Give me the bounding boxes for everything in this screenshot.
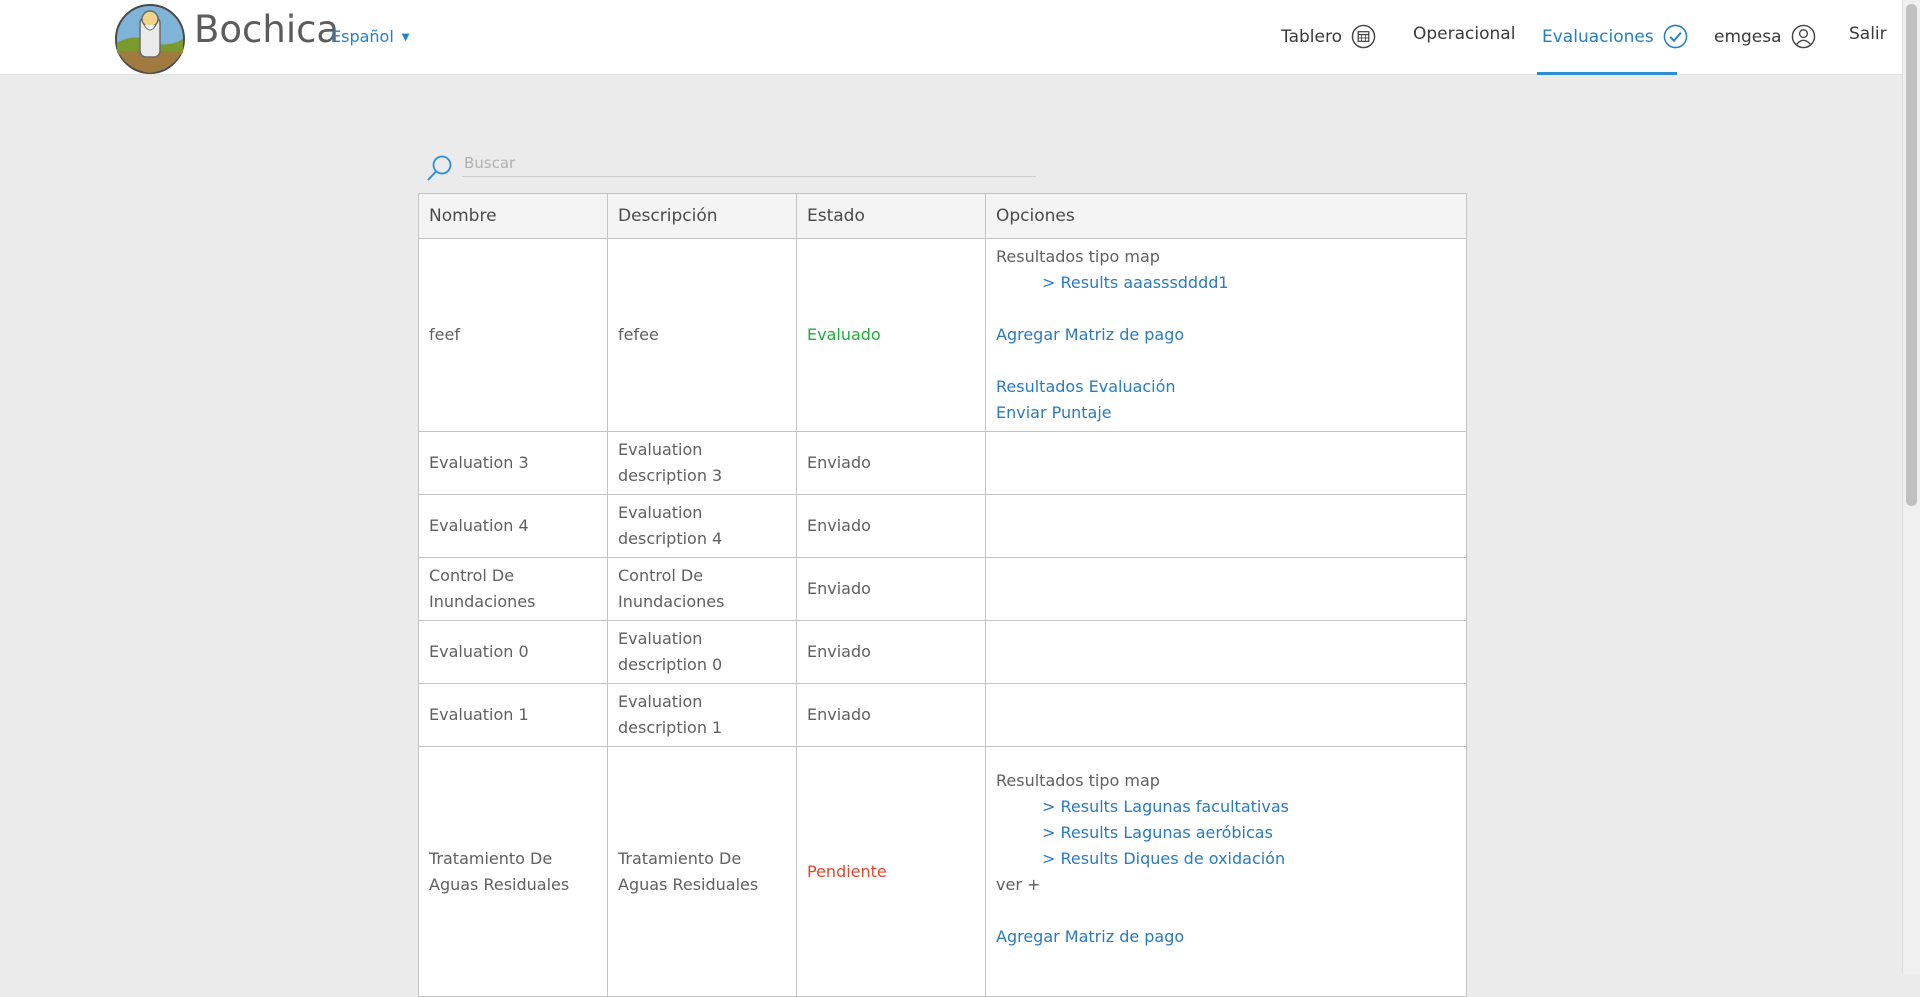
- header-estado: Estado: [796, 193, 986, 239]
- header-nombre: Nombre: [418, 193, 608, 239]
- search-icon: [427, 155, 452, 181]
- status-badge: Enviado: [796, 620, 986, 684]
- nav-user[interactable]: emgesa: [1714, 24, 1816, 49]
- cell-description: fefee: [607, 238, 797, 432]
- table-row: Control De Inundaciones Control De Inund…: [418, 557, 1467, 621]
- results-map-title: Resultados tipo map: [996, 247, 1160, 266]
- cell-options: [985, 494, 1467, 558]
- cell-name: Control De Inundaciones: [418, 557, 608, 621]
- cell-description: Evaluation description 1: [607, 683, 797, 747]
- result-link[interactable]: > Results aaasssdddd1: [996, 270, 1456, 296]
- cell-name: Evaluation 3: [418, 431, 608, 495]
- cell-description: Control De Inundaciones: [607, 557, 797, 621]
- table-row: Evaluation 3 Evaluation description 3 En…: [418, 431, 1467, 495]
- status-badge: Enviado: [796, 494, 986, 558]
- header-descripcion: Descripción: [607, 193, 797, 239]
- nav-evaluaciones-label: Evaluaciones: [1542, 26, 1654, 47]
- table-row: Evaluation 1 Evaluation description 1 En…: [418, 683, 1467, 747]
- status-badge: Pendiente: [796, 746, 986, 997]
- cell-name: Evaluation 4: [418, 494, 608, 558]
- evaluations-table: Nombre Descripción Estado Opciones feef …: [418, 193, 1467, 997]
- result-link[interactable]: > Results Lagunas facultativas: [996, 794, 1456, 820]
- cell-options: [985, 557, 1467, 621]
- status-badge: Enviado: [796, 683, 986, 747]
- cell-description: Evaluation description 0: [607, 620, 797, 684]
- nav-operacional[interactable]: Operacional: [1413, 24, 1515, 44]
- cell-options: [985, 620, 1467, 684]
- nav-tablero-label: Tablero: [1281, 26, 1342, 47]
- scrollbar-thumb[interactable]: [1906, 4, 1917, 506]
- cell-options: Resultados tipo map > Results Lagunas fa…: [985, 746, 1467, 997]
- add-payment-matrix-link[interactable]: Agregar Matriz de pago: [996, 322, 1456, 348]
- bochica-logo-icon[interactable]: [114, 3, 186, 75]
- show-more-link[interactable]: ver +: [996, 872, 1456, 898]
- table-row: Tratamiento De Aguas Residuales Tratamie…: [418, 746, 1467, 997]
- status-badge: Enviado: [796, 431, 986, 495]
- table-row: Evaluation 0 Evaluation description 0 En…: [418, 620, 1467, 684]
- top-navbar: Bochica Español ▼ Tablero Operacional Eva…: [0, 0, 1902, 75]
- cell-name: feef: [418, 238, 608, 432]
- send-score-link[interactable]: Enviar Puntaje: [996, 400, 1456, 426]
- cell-description: Evaluation description 3: [607, 431, 797, 495]
- cell-options: [985, 431, 1467, 495]
- nav-tablero[interactable]: Tablero: [1281, 24, 1376, 49]
- results-map-title: Resultados tipo map: [996, 770, 1160, 790]
- table-row: feef fefee Evaluado Resultados tipo map …: [418, 238, 1467, 432]
- table-row: Evaluation 4 Evaluation description 4 En…: [418, 494, 1467, 558]
- nav-user-label: emgesa: [1714, 26, 1782, 47]
- result-link[interactable]: > Results Lagunas aeróbicas: [996, 820, 1456, 846]
- brand-name: Bochica: [194, 8, 340, 51]
- cell-name: Evaluation 0: [418, 620, 608, 684]
- check-circle-icon: [1663, 24, 1688, 49]
- status-badge: Evaluado: [796, 238, 986, 432]
- status-badge: Enviado: [796, 557, 986, 621]
- cell-description: Tratamiento De Aguas Residuales: [607, 746, 797, 997]
- cell-name: Evaluation 1: [418, 683, 608, 747]
- header-opciones: Opciones: [985, 193, 1467, 239]
- active-tab-indicator: [1537, 72, 1677, 75]
- caret-down-icon: ▼: [401, 32, 410, 43]
- evaluation-results-link[interactable]: Resultados Evaluación: [996, 374, 1456, 400]
- cell-name: Tratamiento De Aguas Residuales: [418, 746, 608, 997]
- result-link[interactable]: > Results Diques de oxidación: [996, 846, 1456, 872]
- language-selector[interactable]: Español ▼: [331, 27, 409, 46]
- cell-options: Resultados tipo map > Results aaasssdddd…: [985, 238, 1467, 432]
- add-payment-matrix-link[interactable]: Agregar Matriz de pago: [996, 924, 1456, 950]
- language-label: Español: [331, 27, 394, 46]
- cell-description: Evaluation description 4: [607, 494, 797, 558]
- nav-logout[interactable]: Salir: [1849, 24, 1887, 44]
- nav-operacional-label: Operacional: [1413, 24, 1516, 44]
- cell-options: [985, 683, 1467, 747]
- nav-evaluaciones[interactable]: Evaluaciones: [1542, 24, 1688, 49]
- search-input[interactable]: [462, 150, 1036, 177]
- nav-logout-label: Salir: [1849, 24, 1887, 44]
- user-icon: [1791, 24, 1815, 49]
- page-scrollbar[interactable]: [1902, 0, 1920, 974]
- table-header-row: Nombre Descripción Estado Opciones: [418, 193, 1467, 239]
- calendar-icon: [1351, 24, 1376, 49]
